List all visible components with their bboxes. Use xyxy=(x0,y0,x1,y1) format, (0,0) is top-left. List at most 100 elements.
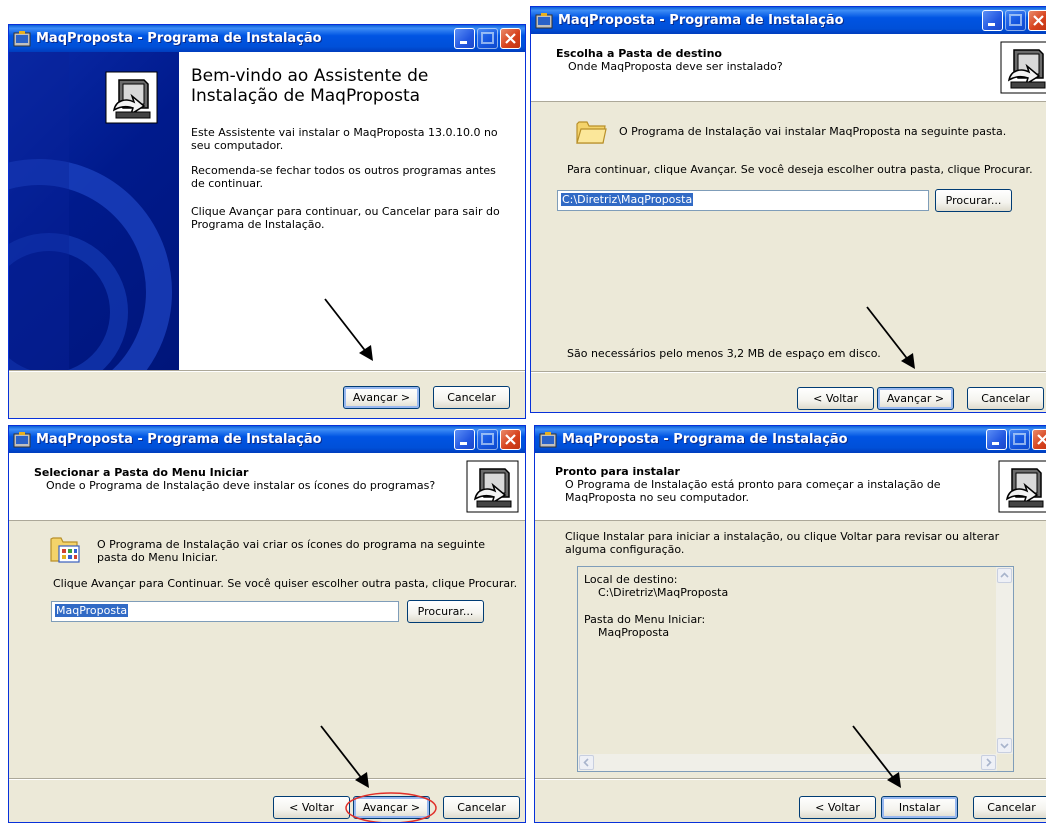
folder-icon xyxy=(576,121,607,144)
installer-window-destination: MaqProposta - Programa de Instalação Esc… xyxy=(530,6,1046,413)
back-button[interactable]: < Voltar xyxy=(797,387,874,410)
minimize-button[interactable] xyxy=(454,429,475,450)
installer-logo-icon xyxy=(1000,41,1046,94)
welcome-paragraph-3: Clique Avançar para continuar, ou Cancel… xyxy=(191,205,500,231)
title-bar[interactable]: MaqProposta - Programa de Instalação xyxy=(9,25,525,52)
title-bar[interactable]: MaqProposta - Programa de Instalação xyxy=(535,426,1046,453)
close-icon xyxy=(505,33,516,44)
chevron-up-icon xyxy=(1000,572,1009,578)
minimize-button[interactable] xyxy=(982,10,1003,31)
maximize-button[interactable] xyxy=(477,429,498,450)
chevron-right-icon xyxy=(986,758,992,767)
scroll-up-button[interactable] xyxy=(997,568,1012,583)
scroll-right-button[interactable] xyxy=(981,755,996,770)
installer-window-start-menu: MaqProposta - Programa de Instalação Sel… xyxy=(8,425,526,823)
maximize-icon xyxy=(1009,14,1022,26)
cancel-button[interactable]: Cancelar xyxy=(433,386,510,409)
install-button[interactable]: Instalar xyxy=(881,796,958,819)
title-bar[interactable]: MaqProposta - Programa de Instalação xyxy=(9,426,525,453)
pointer-arrow-annotation xyxy=(320,725,369,788)
horizontal-scrollbar[interactable] xyxy=(578,754,997,771)
page-subtitle: Onde MaqProposta deve ser instalado? xyxy=(568,60,783,73)
start-menu-folder-value: MaqProposta xyxy=(55,604,129,617)
welcome-heading: Bem-vindo ao Assistente de Instalação de… xyxy=(191,66,429,106)
vertical-scrollbar[interactable] xyxy=(996,567,1013,754)
welcome-paragraph-2: Recomenda-se fechar todos os outros prog… xyxy=(191,164,496,190)
minimize-icon xyxy=(992,442,999,445)
close-icon xyxy=(505,434,516,445)
window-title: MaqProposta - Programa de Instalação xyxy=(36,31,322,46)
window-title: MaqProposta - Programa de Instalação xyxy=(562,432,848,447)
destination-path-input[interactable]: C:\Diretriz\MaqProposta xyxy=(557,190,929,211)
start-menu-instruction: Clique Avançar para Continuar. Se você q… xyxy=(53,577,518,590)
installer-app-icon xyxy=(539,431,557,447)
destination-path-value: C:\Diretriz\MaqProposta xyxy=(561,193,694,206)
close-button[interactable] xyxy=(500,429,521,450)
installer-app-icon xyxy=(535,12,553,28)
start-menu-folder-input[interactable]: MaqProposta xyxy=(51,601,399,622)
installer-logo-icon xyxy=(998,460,1046,513)
window-title: MaqProposta - Programa de Instalação xyxy=(36,432,322,447)
maximize-button[interactable] xyxy=(1005,10,1026,31)
chevron-down-icon xyxy=(1000,743,1009,749)
maximize-button[interactable] xyxy=(477,28,498,49)
ready-instruction: Clique Instalar para iniciar a instalaçã… xyxy=(565,530,1000,556)
page-header: Selecionar a Pasta do Menu Iniciar Onde … xyxy=(9,453,525,521)
ready-memo[interactable]: Local de destino: C:\Diretriz\MaqPropost… xyxy=(577,566,1014,772)
bottom-separator xyxy=(535,778,1046,780)
window-title: MaqProposta - Programa de Instalação xyxy=(558,13,844,28)
scroll-left-button[interactable] xyxy=(579,755,594,770)
maximize-button[interactable] xyxy=(1009,429,1030,450)
destination-info: O Programa de Instalação vai instalar Ma… xyxy=(619,125,1007,138)
disk-space-required: São necessários pelo menos 3,2 MB de esp… xyxy=(567,347,881,360)
cancel-button[interactable]: Cancelar xyxy=(443,796,520,819)
installer-app-icon xyxy=(13,30,31,46)
next-button[interactable]: Avançar > xyxy=(343,386,420,409)
installer-app-icon xyxy=(13,431,31,447)
highlight-ellipse-annotation xyxy=(345,792,437,822)
chevron-left-icon xyxy=(583,758,589,767)
installer-window-ready: MaqProposta - Programa de Instalação Pro… xyxy=(534,425,1046,823)
cancel-button[interactable]: Cancelar xyxy=(967,387,1044,410)
page-title: Selecionar a Pasta do Menu Iniciar xyxy=(34,466,249,479)
scroll-down-button[interactable] xyxy=(997,738,1012,753)
pointer-arrow-annotation xyxy=(866,306,915,369)
close-button[interactable] xyxy=(1032,429,1046,450)
installer-logo-icon xyxy=(105,71,158,124)
minimize-button[interactable] xyxy=(454,28,475,49)
page-header: Escolha a Pasta de destino Onde MaqPropo… xyxy=(531,34,1046,102)
page-header: Pronto para instalar O Programa de Insta… xyxy=(535,453,1046,521)
installer-window-welcome: MaqProposta - Programa de Instalação Bem… xyxy=(8,24,526,419)
start-menu-folder-icon xyxy=(50,537,80,563)
browse-button[interactable]: Procurar... xyxy=(407,600,484,623)
bottom-separator xyxy=(9,370,525,372)
memo-destination-value: C:\Diretriz\MaqProposta xyxy=(598,586,729,599)
next-button[interactable]: Avançar > xyxy=(877,387,954,410)
maximize-icon xyxy=(481,433,494,445)
browse-button[interactable]: Procurar... xyxy=(935,189,1012,212)
welcome-side-panel xyxy=(9,52,179,370)
start-menu-info: O Programa de Instalação vai criar os íc… xyxy=(97,538,485,564)
memo-menu-value: MaqProposta xyxy=(598,626,670,639)
pointer-arrow-annotation xyxy=(324,298,373,361)
bottom-separator xyxy=(9,778,525,780)
installer-logo-icon xyxy=(466,460,519,513)
memo-destination-label: Local de destino: xyxy=(584,573,678,586)
bottom-separator xyxy=(531,371,1046,373)
memo-menu-label: Pasta do Menu Iniciar: xyxy=(584,613,706,626)
pointer-arrow-annotation xyxy=(852,725,901,788)
title-bar[interactable]: MaqProposta - Programa de Instalação xyxy=(531,7,1046,34)
page-subtitle: Onde o Programa de Instalação deve insta… xyxy=(46,479,436,492)
destination-instruction: Para continuar, clique Avançar. Se você … xyxy=(567,163,1033,176)
page-subtitle: O Programa de Instalação está pronto par… xyxy=(565,478,941,504)
minimize-button[interactable] xyxy=(986,429,1007,450)
close-button[interactable] xyxy=(500,28,521,49)
close-button[interactable] xyxy=(1028,10,1046,31)
page-title: Escolha a Pasta de destino xyxy=(556,47,722,60)
minimize-icon xyxy=(460,442,467,445)
close-icon xyxy=(1037,434,1046,445)
back-button[interactable]: < Voltar xyxy=(799,796,876,819)
back-button[interactable]: < Voltar xyxy=(273,796,350,819)
maximize-icon xyxy=(1013,433,1026,445)
cancel-button[interactable]: Cancelar xyxy=(973,796,1046,819)
